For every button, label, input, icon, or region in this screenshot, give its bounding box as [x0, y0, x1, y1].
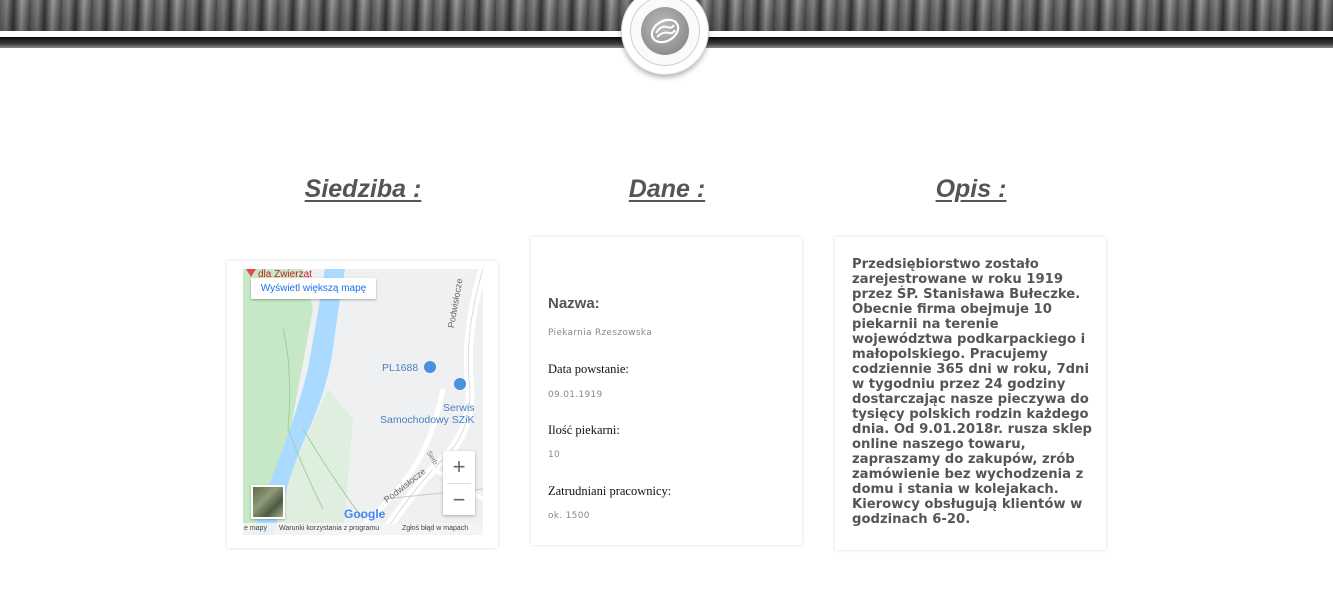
zoom-out-button[interactable]: −	[443, 484, 475, 516]
google-logo-text: Google	[344, 507, 386, 521]
map-footer: e mapy Warunki korzystania z programu Zg…	[243, 523, 483, 535]
map-poi-serwis-line2[interactable]: Samochodowy SZiK	[380, 414, 475, 426]
google-map[interactable]: dla Zwierząt Wyświetl większą mapę Podwi…	[243, 269, 483, 535]
ilosc-piekarni-label: Ilość piekarni:	[548, 423, 620, 437]
google-logo: Google	[344, 507, 385, 521]
map-footer-data[interactable]: e mapy	[244, 523, 267, 535]
data-powstania-value: 09.01.1919	[548, 390, 603, 400]
bread-icon	[641, 7, 689, 55]
view-larger-map-link[interactable]: Wyświetl większą mapę	[251, 278, 376, 299]
satellite-toggle[interactable]	[251, 485, 285, 519]
opis-card: Przedsiębiorstwo zostało zarejestrowane …	[835, 237, 1106, 550]
heading-siedziba: Siedziba :	[304, 175, 422, 203]
map-poi-pl1688[interactable]: PL1688	[382, 362, 418, 374]
dane-card: Nazwa: Piekarnia Rzeszowska Data powstan…	[531, 237, 802, 545]
ilosc-piekarni-value: 10	[548, 450, 561, 460]
siedziba-card: dla Zwierząt Wyświetl większą mapę Podwi…	[227, 261, 498, 548]
zoom-in-button[interactable]: +	[443, 451, 475, 483]
zatrudniani-value: ok. 1500	[548, 511, 590, 521]
map-terms-link[interactable]: Warunki korzystania z programu	[279, 523, 379, 535]
map-poi-serwis-line1[interactable]: Serwis	[443, 402, 475, 414]
opis-text: Przedsiębiorstwo zostało zarejestrowane …	[852, 257, 1092, 527]
zatrudniani-label: Zatrudniani pracownicy:	[548, 484, 672, 498]
heading-opis: Opis :	[935, 175, 1007, 203]
nazwa-label: Nazwa:	[548, 295, 600, 312]
map-zoom-control: + −	[443, 451, 475, 515]
nazwa-value: Piekarnia Rzeszowska	[548, 328, 653, 338]
site-logo[interactable]	[622, 0, 708, 74]
data-powstania-label: Data powstanie:	[548, 362, 629, 376]
heading-dane: Dane :	[628, 175, 706, 203]
logo-ring	[630, 0, 700, 66]
map-report-link[interactable]: Zgłoś błąd w mapach	[402, 523, 468, 535]
